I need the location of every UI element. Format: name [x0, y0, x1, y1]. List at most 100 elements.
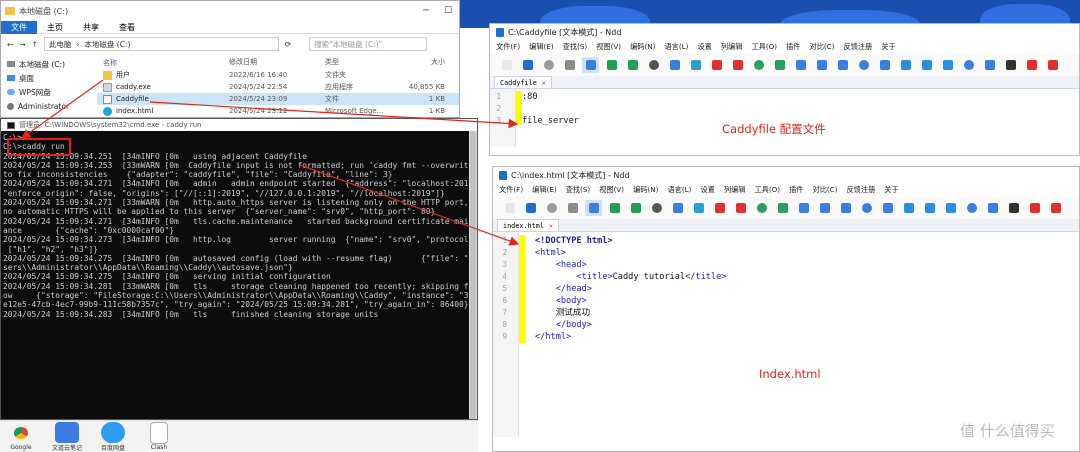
toolbar-button-icon[interactable] [837, 200, 854, 216]
menu-item[interactable]: 编辑(E) [529, 42, 554, 52]
toolbar-button-icon[interactable] [816, 200, 833, 216]
menu-item[interactable]: 视图(V) [599, 185, 624, 195]
toolbar-button-icon[interactable] [498, 57, 515, 73]
toolbar-button-icon[interactable] [732, 200, 749, 216]
toolbar-button-icon[interactable] [606, 200, 623, 216]
forward-icon[interactable]: → [19, 40, 25, 49]
toolbar-button-icon[interactable] [855, 57, 872, 73]
toolbar-button-icon[interactable] [501, 200, 518, 216]
menu-item[interactable]: 工具(O) [751, 42, 777, 52]
breadcrumb-item[interactable]: 本地磁盘 (C:) [84, 39, 130, 50]
toolbar-button-icon[interactable] [858, 200, 875, 216]
menu-item[interactable]: 对比(C) [813, 185, 838, 195]
toolbar-button-icon[interactable] [624, 57, 641, 73]
toolbar-button-icon[interactable] [921, 200, 938, 216]
ribbon-tab-home[interactable]: 主页 [37, 21, 73, 34]
toolbar-button-icon[interactable] [1023, 57, 1040, 73]
toolbar-button-icon[interactable] [876, 57, 893, 73]
nav-item-wps[interactable]: WPS网盘 [7, 85, 87, 99]
toolbar-button-icon[interactable] [1044, 57, 1061, 73]
taskbar-item-notes[interactable]: 文道云笔记 [48, 421, 86, 452]
file-row[interactable]: 用户 2022/6/16 16:40 文件夹 [97, 69, 459, 81]
toolbar-button-icon[interactable] [543, 200, 560, 216]
menu-item[interactable]: 设置 [700, 185, 714, 195]
col-type[interactable]: 类型 [325, 57, 385, 69]
nav-item-desktop[interactable]: 桌面 [7, 71, 87, 85]
taskbar-item-chrome[interactable]: Google [2, 421, 40, 452]
toolbar-button-icon[interactable] [648, 200, 665, 216]
toolbar-button-icon[interactable] [834, 57, 851, 73]
toolbar-button-icon[interactable] [813, 57, 830, 73]
toolbar-button-icon[interactable] [939, 57, 956, 73]
toolbar-button-icon[interactable] [666, 57, 683, 73]
toolbar-button-icon[interactable] [585, 200, 602, 216]
nav-item-admin[interactable]: Administrator [7, 99, 87, 113]
menu-item[interactable]: 反馈注册 [844, 42, 873, 52]
menu-item[interactable]: 编码(N) [633, 185, 658, 195]
breadcrumb-item[interactable]: 此电脑 [49, 39, 72, 50]
menu-item[interactable]: 对比(C) [810, 42, 835, 52]
menu-item[interactable]: 语言(L) [667, 185, 691, 195]
toolbar-button-icon[interactable] [795, 200, 812, 216]
col-name[interactable]: 名称 [97, 57, 229, 69]
menu-item[interactable]: 查找(S) [563, 42, 588, 52]
menu-item[interactable]: 列编辑 [724, 185, 746, 195]
menu-item[interactable]: 列编辑 [721, 42, 743, 52]
menu-item[interactable]: 工具(O) [754, 185, 780, 195]
ribbon-tab-view[interactable]: 查看 [109, 21, 145, 34]
toolbar-button-icon[interactable] [519, 57, 536, 73]
toolbar-button-icon[interactable] [984, 200, 1001, 216]
cmd-scrollbar[interactable] [469, 131, 477, 419]
toolbar-button-icon[interactable] [771, 57, 788, 73]
toolbar-button-icon[interactable] [981, 57, 998, 73]
menu-item[interactable]: 语言(L) [664, 42, 688, 52]
menu-item[interactable]: 插件 [789, 185, 803, 195]
toolbar-button-icon[interactable] [750, 57, 767, 73]
menu-item[interactable]: 编辑(E) [532, 185, 557, 195]
toolbar-button-icon[interactable] [879, 200, 896, 216]
toolbar-button-icon[interactable] [729, 57, 746, 73]
toolbar-button-icon[interactable] [540, 57, 557, 73]
toolbar-button-icon[interactable] [564, 200, 581, 216]
menu-item[interactable]: 关于 [881, 42, 895, 52]
menu-item[interactable]: 编码(N) [630, 42, 655, 52]
toolbar-button-icon[interactable] [963, 200, 980, 216]
code-lines[interactable]: :80 file_server [522, 91, 579, 127]
col-size[interactable]: 大小 [385, 57, 445, 69]
file-row[interactable]: caddy.exe 2024/5/24 22:54 应用程序 40,855 KB [97, 81, 459, 93]
toolbar-button-icon[interactable] [960, 57, 977, 73]
toolbar-button-icon[interactable] [1047, 200, 1064, 216]
toolbar-button-icon[interactable] [1026, 200, 1043, 216]
toolbar-button-icon[interactable] [603, 57, 620, 73]
toolbar-button-icon[interactable] [669, 200, 686, 216]
nav-item-c-drive[interactable]: 本地磁盘 (C:) [7, 57, 87, 71]
menu-item[interactable]: 设置 [697, 42, 711, 52]
editor-area[interactable]: 1 2 3 4 5 6 7 8 9 <!DOCTYPE html> <html> <head> <… [493, 232, 1079, 437]
toolbar-button-icon[interactable] [1002, 57, 1019, 73]
toolbar-button-icon[interactable] [690, 200, 707, 216]
ribbon-tab-file[interactable]: 文件 [1, 20, 37, 34]
tab-caddyfile[interactable]: Caddyfile ✕ [494, 76, 552, 88]
toolbar-button-icon[interactable] [918, 57, 935, 73]
toolbar-button-icon[interactable] [774, 200, 791, 216]
file-row[interactable]: index.html 2024/5/24 23:12 Microsoft Edg… [97, 105, 459, 117]
toolbar-button-icon[interactable] [645, 57, 662, 73]
editor-area[interactable]: 1 2 3 :80 file_server [490, 89, 1079, 147]
toolbar-button-icon[interactable] [1005, 200, 1022, 216]
menu-item[interactable]: 文件(F) [499, 185, 523, 195]
toolbar-button-icon[interactable] [753, 200, 770, 216]
toolbar-button-icon[interactable] [687, 57, 704, 73]
search-input[interactable]: 搜索"本地磁盘 (C:)" [309, 37, 428, 51]
back-icon[interactable]: ← [7, 40, 13, 49]
taskbar-item-clash[interactable]: Clash [140, 421, 178, 452]
toolbar-button-icon[interactable] [792, 57, 809, 73]
cmd-output[interactable]: C:\> C:\>caddy run 2024/05/24 15:09:34.251… [1, 131, 477, 319]
toolbar-button-icon[interactable] [900, 200, 917, 216]
menu-item[interactable]: 反馈注册 [847, 185, 876, 195]
menu-item[interactable]: 文件(F) [496, 42, 520, 52]
refresh-icon[interactable]: ⟳ [285, 40, 291, 49]
toolbar-button-icon[interactable] [942, 200, 959, 216]
taskbar-item-baidu[interactable]: 百度网盘 [94, 421, 132, 452]
menu-item[interactable]: 插件 [786, 42, 800, 52]
ribbon-tab-share[interactable]: 共享 [73, 21, 109, 34]
